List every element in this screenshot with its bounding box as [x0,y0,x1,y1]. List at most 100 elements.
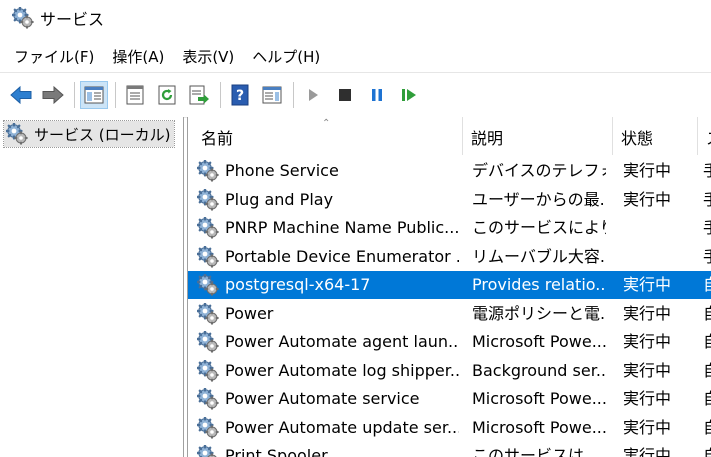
service-gear-icon [197,246,219,268]
service-description: このサービスにより... [472,218,606,237]
service-row[interactable]: Plug and Play ユーザーからの最... 実行中 手 [188,186,711,214]
service-startup-type: 自 [703,271,711,299]
service-gear-icon [197,274,219,296]
service-status: 実行中 [623,389,672,408]
svg-text:?: ? [236,88,244,104]
tree-node-label: サービス (ローカル) [34,125,171,144]
forward-icon[interactable] [40,82,66,108]
service-gear-icon [197,417,219,439]
service-name: Power Automate update ser... [225,417,459,437]
service-name: Power [225,303,274,323]
service-description: Microsoft Powe... [472,389,606,408]
service-name: Portable Device Enumerator ... [225,246,459,266]
service-status: 実行中 [623,417,672,437]
service-status: 実行中 [623,360,672,380]
service-gear-icon [197,388,219,410]
service-startup-type: 自 [703,414,711,442]
service-description: Microsoft Powe... [472,417,606,437]
title-bar: サービス [0,0,711,36]
export-list-icon[interactable] [186,82,212,108]
service-description: リムーバブル大容... [472,246,606,266]
tree-node-services-local[interactable]: サービス (ローカル) [2,120,176,148]
service-row[interactable]: Power Automate log shipper... Background… [188,357,711,385]
service-name: Print Spooler [225,446,328,457]
toolbar-separator [220,82,221,108]
service-name: Phone Service [225,161,339,180]
menu-view[interactable]: 表示(V) [173,44,243,70]
service-gear-icon [197,303,219,325]
services-list-pane: ⌃ 名前 説明 状態 ス Phone Service デバイスのテレフォ... … [187,117,711,457]
restart-service-icon[interactable] [396,82,422,108]
service-row[interactable]: Portable Device Enumerator ... リムーバブル大容.… [188,243,711,271]
service-startup-type: 手 [703,157,711,185]
menu-bar: ファイル(F) 操作(A) 表示(V) ヘルプ(H) [0,44,711,70]
show-action-pane-icon[interactable] [259,82,285,108]
services-gear-icon [12,7,34,29]
column-header-startup-type[interactable]: ス [698,117,711,155]
window-title: サービス [40,10,105,29]
service-row-selected[interactable]: postgresql-x64-17 Provides relatio... 実行… [188,271,711,299]
service-gear-icon [197,217,219,239]
column-header-status[interactable]: 状態 [613,117,698,155]
show-hide-tree-icon[interactable] [80,81,108,109]
services-gear-icon [6,123,28,145]
service-status: 実行中 [623,275,672,294]
list-header: ⌃ 名前 説明 状態 ス [188,117,711,155]
service-gear-icon [197,360,219,382]
service-description: ユーザーからの最... [472,189,606,209]
toolbar-separator [115,82,116,108]
service-startup-type: 自 [703,300,711,328]
service-gear-icon [197,445,219,457]
toolbar-separator [74,82,75,108]
service-gear-icon [197,189,219,211]
service-description: このサービスは... [472,446,600,457]
service-status: 実行中 [623,332,672,351]
service-row[interactable]: Phone Service デバイスのテレフォ... 実行中 手 [188,157,711,185]
start-service-icon[interactable] [300,82,326,108]
toolbar: ? [0,72,711,118]
service-name: Plug and Play [225,189,334,209]
service-name: postgresql-x64-17 [225,275,371,294]
help-icon[interactable]: ? [227,82,253,108]
stop-service-icon[interactable] [332,82,358,108]
service-name: Power Automate service [225,389,420,408]
service-row[interactable]: Power Automate update ser... Microsoft P… [188,414,711,442]
toolbar-separator [293,82,294,108]
service-row[interactable]: Power 電源ポリシーと電... 実行中 自 [188,300,711,328]
service-description: Background ser... [472,360,606,380]
service-startup-type: 手 [703,186,711,214]
column-header-description[interactable]: 説明 [463,117,613,155]
menu-help[interactable]: ヘルプ(H) [243,44,329,70]
service-status: 実行中 [623,189,672,209]
service-startup-type: 手 [703,214,711,242]
pause-service-icon[interactable] [364,82,390,108]
refresh-icon[interactable] [154,82,180,108]
service-startup-type: 自 [703,357,711,385]
service-gear-icon [197,331,219,353]
service-row[interactable]: PNRP Machine Name Public... このサービスにより...… [188,214,711,242]
service-row[interactable]: Print Spooler このサービスは... 実行中 自 [188,442,711,457]
service-startup-type: 手 [703,243,711,271]
service-row[interactable]: Power Automate service Microsoft Powe...… [188,385,711,413]
back-icon[interactable] [8,82,34,108]
properties-icon[interactable] [122,82,148,108]
column-header-name[interactable]: 名前 [193,117,463,155]
service-startup-type: 自 [703,385,711,413]
service-status: 実行中 [623,303,672,323]
service-row[interactable]: Power Automate agent laun... Microsoft P… [188,328,711,356]
service-description: 電源ポリシーと電... [472,303,606,323]
menu-action[interactable]: 操作(A) [103,44,173,70]
service-startup-type: 自 [703,328,711,356]
service-status: 実行中 [623,161,672,180]
service-description: Provides relatio... [472,275,606,294]
service-name: Power Automate log shipper... [225,360,459,380]
service-status: 実行中 [623,446,672,457]
service-startup-type: 自 [703,442,711,457]
menu-file[interactable]: ファイル(F) [0,44,103,70]
service-description: デバイスのテレフォ... [472,161,606,180]
service-name: Power Automate agent laun... [225,332,459,351]
service-name: PNRP Machine Name Public... [225,218,459,237]
service-gear-icon [197,160,219,182]
service-description: Microsoft Powe... [472,332,606,351]
console-tree-pane: サービス (ローカル) [0,117,184,457]
